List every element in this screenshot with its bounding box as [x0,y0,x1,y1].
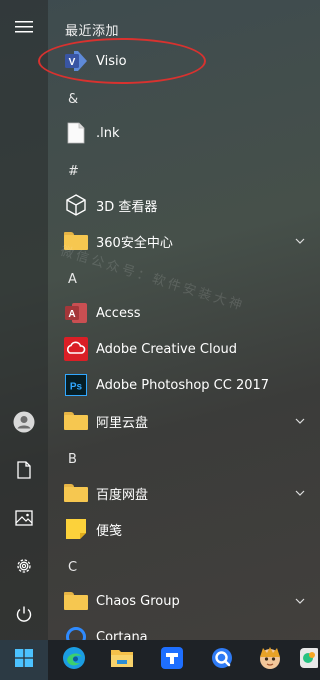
app-label: Adobe Photoshop CC 2017 [96,377,270,393]
folder-icon [64,481,88,505]
chevron-down-icon [294,235,306,247]
3d-viewer-icon [64,193,88,217]
edge-icon [61,645,87,675]
svg-text:Ps: Ps [70,382,83,393]
app-item-access[interactable]: A Access [48,295,320,331]
file-explorer-icon [110,647,134,673]
pictures-button[interactable] [0,496,48,544]
folder-item-baidu-netdisk[interactable]: 百度网盘 [48,475,320,511]
user-account-button[interactable] [0,400,48,448]
settings-icon [15,557,33,579]
power-icon [15,605,33,627]
hamburger-menu-button[interactable] [0,4,48,52]
group-header-a[interactable]: A [68,272,77,287]
app-item-sticky-notes[interactable]: 便笺 [48,511,320,547]
creative-cloud-icon [64,337,88,361]
taskbar-tencent-docs[interactable] [148,640,196,680]
hamburger-menu-icon [15,19,33,38]
group-header-c[interactable]: C [68,560,77,575]
chevron-down-icon [294,487,306,499]
sticky-notes-icon [64,517,88,541]
app-item-lnk[interactable]: .lnk [48,115,320,151]
photoshop-icon: Ps [64,373,88,397]
app-label: 阿里云盘 [96,415,149,431]
quark-icon [210,646,234,674]
chevron-down-icon [294,595,306,607]
folder-icon [64,589,88,613]
app-label: Adobe Creative Cloud [96,341,238,357]
chevron-down-icon [294,415,306,427]
windows-start-icon [15,649,33,671]
user-icon [13,411,35,437]
app-label: 360安全中心 [96,235,173,251]
folder-item-chaos-group[interactable]: Chaos Group [48,583,320,619]
taskbar [0,640,320,680]
app-label: Access [96,305,141,321]
access-icon: A [64,301,88,325]
anime-avatar-icon [257,645,283,675]
settings-button[interactable] [0,544,48,592]
highlight-ellipse [38,38,206,84]
folder-item-360[interactable]: 360安全中心 [48,223,320,259]
app-item-adobe-creative-cloud[interactable]: Adobe Creative Cloud [48,331,320,367]
tencent-docs-icon [160,646,184,674]
app-label: .lnk [96,125,120,141]
start-menu-app-list[interactable]: 最近添加 V Visio & .lnk # 3D 查看器 360安全中心 A A… [48,0,320,640]
app-label: 百度网盘 [96,487,149,503]
pictures-icon [15,510,33,530]
document-icon [64,121,88,145]
svg-text:A: A [68,309,75,320]
recent-section-title: 最近添加 [65,24,120,39]
taskbar-app-partial[interactable] [296,640,320,680]
start-button[interactable] [0,640,48,680]
app-item-cortana[interactable]: Cortana [48,619,320,640]
start-menu-left-rail [0,0,48,640]
taskbar-anime-app[interactable] [246,640,294,680]
folder-icon [64,409,88,433]
group-header-ampersand[interactable]: & [68,92,78,107]
taskbar-quark[interactable] [198,640,246,680]
taskbar-edge[interactable] [50,640,98,680]
folder-item-aliyun[interactable]: 阿里云盘 [48,403,320,439]
documents-button[interactable] [0,448,48,496]
folder-icon [64,229,88,253]
group-header-b[interactable]: B [68,452,77,467]
taskbar-file-explorer[interactable] [98,640,146,680]
documents-icon [17,461,31,483]
app-item-3d-viewer[interactable]: 3D 查看器 [48,187,320,223]
cortana-icon [64,625,88,640]
power-button[interactable] [0,592,48,640]
app-label: 3D 查看器 [96,199,158,215]
group-header-hash[interactable]: # [68,164,79,179]
app-label: Chaos Group [96,593,180,609]
app-label: Cortana [96,629,148,641]
app-item-adobe-photoshop[interactable]: Ps Adobe Photoshop CC 2017 [48,367,320,403]
app-label: 便笺 [96,523,123,539]
app-icon [298,646,320,674]
